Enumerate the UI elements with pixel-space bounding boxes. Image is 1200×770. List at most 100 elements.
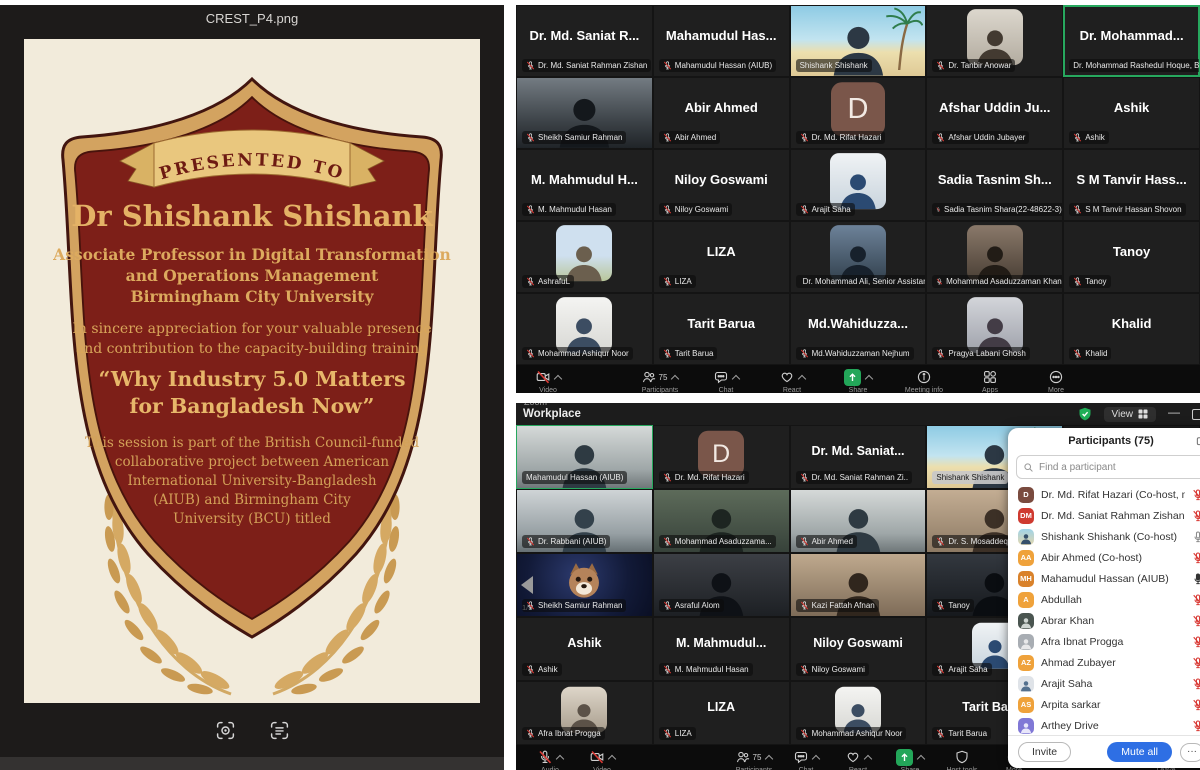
participant-tile[interactable]: S M Tanvir Hass...S M Tanvir Hassan Shov… <box>1063 149 1200 221</box>
participant-tile[interactable]: Niloy GoswamiNiloy Goswami <box>790 617 927 681</box>
participant-tile[interactable]: 1/3Sheikh Samiur Rahman <box>516 553 653 617</box>
participant-row[interactable]: Shishank Shishank (Co-host) <box>1008 526 1200 547</box>
participant-tile[interactable]: Dr. Mohammad Ali, Senior Assistant ... <box>790 221 927 293</box>
chevron-up-icon[interactable] <box>553 374 561 382</box>
participant-tile[interactable]: TanoyTanoy <box>1063 221 1200 293</box>
participant-name: Mahamudul Hassan (AIUB) <box>1041 573 1185 585</box>
chat-button[interactable]: Chat <box>700 365 752 393</box>
participant-tile[interactable]: Kazi Fattah Afnan <box>790 553 927 617</box>
participant-row[interactable]: DDr. Md. Rifat Hazari (Co-host, me) <box>1008 484 1200 505</box>
participant-tile[interactable]: Dr. Mohammad...Dr. Mohammad Rashedul Hoq… <box>1063 5 1200 77</box>
participant-tile[interactable]: Dr. Md. Saniat R...Dr. Md. Saniat Rahman… <box>516 5 653 77</box>
chat-button[interactable]: Chat <box>780 745 832 770</box>
host-tools-button[interactable]: Host tools <box>936 745 988 770</box>
participant-tile[interactable]: AshikAshik <box>1063 77 1200 149</box>
participant-row[interactable]: Arthey Drive <box>1008 715 1200 736</box>
apps-button[interactable]: Apps <box>964 365 1016 393</box>
participant-row[interactable]: Afra Ibnat Progga <box>1008 631 1200 652</box>
participant-tile[interactable]: Sadia Tasnim Sh...Sadia Tasnim Shara(22-… <box>926 149 1063 221</box>
participant-tile[interactable]: Dr. Tanbir Anowar <box>926 5 1063 77</box>
share-button[interactable]: Share <box>884 745 936 770</box>
gallery-prev-arrow[interactable] <box>521 576 533 594</box>
participant-letter-avatar: MH <box>1018 571 1034 587</box>
chevron-up-icon[interactable] <box>731 374 739 382</box>
photo-avatar <box>967 297 1023 353</box>
participant-tile[interactable]: Mohammad Ashiqur Noor <box>516 293 653 365</box>
participant-tile[interactable]: Dr. Rabbani (AIUB) <box>516 489 653 553</box>
participant-tile[interactable]: DDr. Md. Rifat Hazari <box>790 77 927 149</box>
extract-text-button[interactable] <box>264 718 294 742</box>
participant-tile[interactable]: Asraful Alom <box>653 553 790 617</box>
minimize-button[interactable]: — <box>1168 405 1180 419</box>
chevron-up-icon[interactable] <box>765 754 773 762</box>
audio-button[interactable]: Audio <box>524 745 576 770</box>
visual-search-button[interactable] <box>210 718 240 742</box>
video-button[interactable]: Video <box>576 745 628 770</box>
participant-tile[interactable]: Mohammad Asaduzzama... <box>653 489 790 553</box>
mic-muted-icon <box>663 277 672 286</box>
participant-tile[interactable]: KhalidKhalid <box>1063 293 1200 365</box>
popout-icon[interactable] <box>1196 435 1200 446</box>
participant-tile[interactable]: Niloy GoswamiNiloy Goswami <box>653 149 790 221</box>
react-button[interactable]: React <box>766 365 818 393</box>
chevron-up-icon[interactable] <box>863 754 871 762</box>
participant-tile[interactable]: Abir Ahmed <box>790 489 927 553</box>
name-tag: Dr. Md. Saniat Rahman Zishan <box>522 59 651 72</box>
participant-tile[interactable]: Mohammad Ashiqur Noor <box>790 681 927 745</box>
participant-tile[interactable]: Dr. Md. Saniat...Dr. Md. Saniat Rahman Z… <box>790 425 927 489</box>
participants-more-button[interactable]: ··· <box>1180 743 1200 762</box>
participants-button[interactable]: 75Participants <box>634 365 686 393</box>
participant-tile[interactable]: AshikAshik <box>516 617 653 681</box>
participant-tile[interactable]: Md.Wahiduzza...Md.Wahiduzzaman Nejhum <box>790 293 927 365</box>
chevron-up-icon[interactable] <box>917 754 925 762</box>
participant-tile[interactable]: Afra Ibnat Progga <box>516 681 653 745</box>
search-placeholder: Find a participant <box>1039 462 1116 473</box>
chevron-up-icon[interactable] <box>797 374 805 382</box>
participant-tile[interactable]: Sheikh Samiur Rahman <box>516 77 653 149</box>
react-button[interactable]: React <box>832 745 884 770</box>
mic-muted-icon <box>1192 510 1200 522</box>
participant-tile[interactable]: Mohammad Asaduzzaman Khan <box>926 221 1063 293</box>
view-button[interactable]: View <box>1104 407 1157 422</box>
meeting-info-button[interactable]: Meeting info <box>898 365 950 393</box>
participant-row[interactable]: ASArpita sarkar <box>1008 694 1200 715</box>
apps-icon <box>983 370 997 384</box>
mute-all-button[interactable]: Mute all <box>1107 742 1172 762</box>
participant-row[interactable]: Abrar Khan <box>1008 610 1200 631</box>
share-button[interactable]: Share <box>832 365 884 393</box>
participant-tile[interactable]: Mahamudul Has...Mahamudul Hassan (AIUB) <box>653 5 790 77</box>
invite-button[interactable]: Invite <box>1018 742 1071 762</box>
participant-row[interactable]: Arajit Saha <box>1008 673 1200 694</box>
participants-button[interactable]: 75Participants <box>728 745 780 770</box>
participant-row[interactable]: AAAbir Ahmed (Co-host) <box>1008 547 1200 568</box>
participant-row[interactable]: DMDr. Md. Saniat Rahman Zishan (Host) <box>1008 505 1200 526</box>
participant-tile[interactable]: Pragya Labani Ghosh <box>926 293 1063 365</box>
participant-row[interactable]: MH Mahamudul Hassan (AIUB) <box>1008 568 1200 589</box>
participant-tile[interactable]: LIZALIZA <box>653 221 790 293</box>
participant-tile[interactable]: Afshar Uddin Ju...Afshar Uddin Jubayer <box>926 77 1063 149</box>
more-button[interactable]: More <box>1030 365 1082 393</box>
participant-tile[interactable]: DDr. Md. Rifat Hazari <box>653 425 790 489</box>
participant-tile[interactable]: Abir AhmedAbir Ahmed <box>653 77 790 149</box>
participant-tile[interactable]: Mahamudul Hassan (AIUB) <box>516 425 653 489</box>
name-tag: Dr. Tanbir Anowar <box>932 59 1015 72</box>
participant-row[interactable]: AAbdullah <box>1008 589 1200 610</box>
chevron-up-icon[interactable] <box>671 374 679 382</box>
participant-search-input[interactable]: Find a participant <box>1016 455 1200 479</box>
participant-tile[interactable]: Arajit Saha <box>790 149 927 221</box>
chevron-up-icon[interactable] <box>555 754 563 762</box>
chevron-up-icon[interactable] <box>607 754 615 762</box>
participant-name: Abrar Khan <box>1041 615 1185 627</box>
restore-button[interactable] <box>1192 409 1200 420</box>
chevron-up-icon[interactable] <box>865 374 873 382</box>
participant-tile[interactable]: Tarit BaruaTarit Barua <box>653 293 790 365</box>
participant-tile[interactable]: LIZALIZA <box>653 681 790 745</box>
chevron-up-icon[interactable] <box>811 754 819 762</box>
participant-tile[interactable]: AshrafuL <box>516 221 653 293</box>
participant-tile[interactable]: Shishank Shishank <box>790 5 927 77</box>
participant-tile[interactable]: M. Mahmudul...M. Mahmudul Hasan <box>653 617 790 681</box>
participant-tile[interactable]: M. Mahmudul H...M. Mahmudul Hasan <box>516 149 653 221</box>
mic-muted-icon <box>1192 552 1200 564</box>
participant-row[interactable]: AZAhmad Zubayer <box>1008 652 1200 673</box>
video-button[interactable]: Video <box>522 365 574 393</box>
